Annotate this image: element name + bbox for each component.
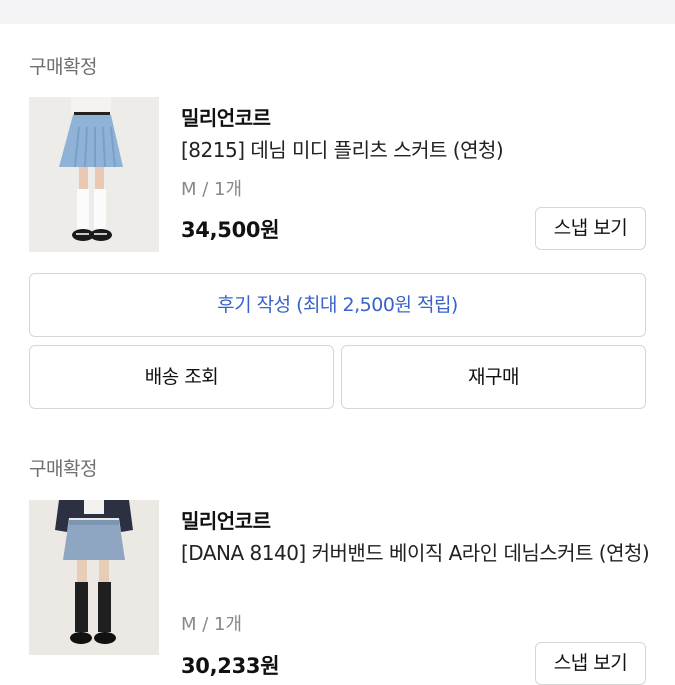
- product-price: 34,500원: [181, 218, 280, 242]
- rebuy-button[interactable]: 재구매: [341, 345, 646, 409]
- write-review-button[interactable]: 후기 작성 (최대 2,500원 적립): [29, 273, 646, 337]
- order-status: 구매확정: [29, 458, 97, 480]
- product-image-skirt-model: [29, 500, 159, 655]
- brand-name[interactable]: 밀리언코르: [181, 102, 271, 131]
- product-thumbnail[interactable]: [29, 97, 159, 252]
- product-thumbnail[interactable]: [29, 500, 159, 655]
- product-image-skirt-model: [29, 97, 159, 252]
- product-price: 30,233원: [181, 654, 280, 678]
- product-name[interactable]: [DANA 8140] 커버밴드 베이직 A라인 데님스커트 (연청): [181, 537, 651, 569]
- product-option: M / 1개: [181, 614, 243, 635]
- brand-name[interactable]: 밀리언코르: [181, 505, 271, 534]
- product-option: M / 1개: [181, 179, 243, 200]
- product-name[interactable]: [8215] 데님 미디 플리츠 스커트 (연청): [181, 134, 651, 166]
- track-delivery-button[interactable]: 배송 조회: [29, 345, 334, 409]
- top-strip: [0, 0, 675, 24]
- order-status: 구매확정: [29, 56, 97, 78]
- snap-view-button[interactable]: 스냅 보기: [535, 207, 646, 250]
- snap-view-button[interactable]: 스냅 보기: [535, 642, 646, 685]
